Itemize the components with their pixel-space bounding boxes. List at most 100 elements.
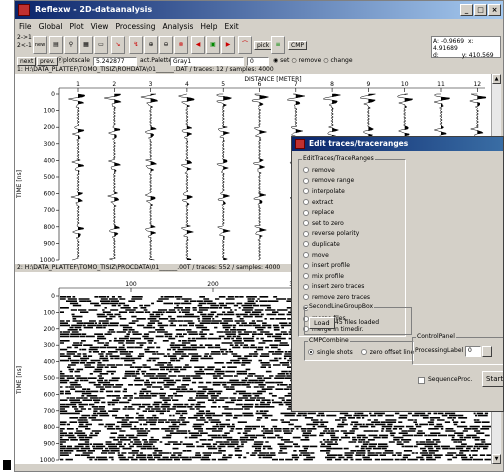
dialog-title-bar: Edit traces/traceranges xyxy=(292,137,503,151)
panel1-y-tick-label: 600 xyxy=(44,191,56,198)
option-radio[interactable]: remove range xyxy=(303,176,371,187)
radio-dot[interactable] xyxy=(303,262,309,269)
menu-exit[interactable]: Exit xyxy=(225,20,239,33)
processing-label: ProcessingLabel xyxy=(415,347,464,354)
option-radio[interactable]: set to zero xyxy=(303,218,371,229)
pick-button[interactable]: pick xyxy=(254,41,273,50)
radio-zero-offset[interactable]: zero offset line xyxy=(360,347,414,358)
menu-plot[interactable]: Plot xyxy=(70,20,84,33)
panel1-y-axis-label: TIME [ns] xyxy=(16,170,23,199)
filter-icon[interactable]: ▦ xyxy=(79,36,93,54)
toolbar: 2->1 2<-1 new ▤ ⚲ ▦ ▭ ↘ ↯ ⊕ ⊖ ⊗ ◀ ▣ ▶ ⌒ … xyxy=(15,34,503,56)
option-label: duplicate xyxy=(312,240,340,248)
maximize-button[interactable]: □ xyxy=(474,4,487,16)
option-radio[interactable]: reverse polarity xyxy=(303,229,371,240)
processing-spin-icon[interactable] xyxy=(482,346,492,357)
display-icon[interactable]: ▭ xyxy=(94,36,108,54)
start-button[interactable]: Start xyxy=(482,371,503,387)
next-button[interactable]: next xyxy=(17,57,37,66)
close-button[interactable]: × xyxy=(488,4,501,16)
option-radio[interactable]: extract xyxy=(303,197,371,208)
coord-y-value: 410.569 xyxy=(468,52,494,59)
palette-select[interactable]: Gray1 xyxy=(170,57,244,66)
line-tool-icon[interactable]: ↘ xyxy=(111,36,125,54)
menu-global[interactable]: Global xyxy=(39,20,63,33)
prev-button[interactable]: prev. xyxy=(37,57,58,66)
cmp-combine-group-label: CMPCombine xyxy=(308,337,350,345)
option-radio[interactable]: move xyxy=(303,250,371,261)
panel1-x-tick-label: 1 xyxy=(76,81,80,88)
zoom-out-icon[interactable]: ⊖ xyxy=(159,36,173,54)
scroll-down-icon[interactable]: ▼ xyxy=(492,454,501,464)
option-radio[interactable]: mix profile xyxy=(303,271,371,282)
option-radio[interactable]: remove zero traces xyxy=(303,292,371,303)
panel2-y-tick-label: 0 xyxy=(51,293,55,300)
option-label: extract xyxy=(312,198,334,206)
scroll-up-icon[interactable]: ▲ xyxy=(492,74,501,84)
center-icon[interactable]: ▣ xyxy=(206,36,220,54)
app-icon xyxy=(18,4,30,16)
radio-set[interactable]: ◉ set xyxy=(273,57,289,65)
trace-line xyxy=(140,93,159,261)
load-button[interactable]: Load xyxy=(309,317,335,329)
arrow-left-icon[interactable]: ◀ xyxy=(191,36,205,54)
zoom-reset-icon[interactable]: ⊗ xyxy=(174,36,188,54)
menu-bar: File Global Plot View Processing Analysi… xyxy=(15,20,503,33)
radio-dot[interactable] xyxy=(303,241,309,248)
option-radio[interactable]: insert profile xyxy=(303,260,371,271)
wave-icon[interactable]: ↯ xyxy=(129,36,143,54)
option-radio[interactable]: insert zero traces xyxy=(303,282,371,293)
swap-up-label[interactable]: 2<-1 xyxy=(17,42,32,50)
option-label: interpolate xyxy=(312,187,345,195)
swap-down-label[interactable]: 2->1 xyxy=(17,34,32,42)
plotscale-input[interactable]: 5.242877 xyxy=(93,57,137,66)
panel2-y-tick-label: 900 xyxy=(44,441,56,448)
menu-analysis[interactable]: Analysis xyxy=(163,20,194,33)
menu-view[interactable]: View xyxy=(91,20,109,33)
trace-line xyxy=(215,93,233,261)
radio-dot[interactable] xyxy=(303,230,309,237)
panel2-y-axis-label: TIME [ns] xyxy=(16,366,23,395)
radio-dot[interactable] xyxy=(303,167,309,174)
radio-dot[interactable] xyxy=(303,209,309,216)
trace-line xyxy=(68,93,85,261)
radio-dot[interactable] xyxy=(303,220,309,227)
layers-icon[interactable]: ≡ xyxy=(271,36,285,54)
radio-single-shots[interactable]: single shots xyxy=(308,347,353,358)
coord-a-value: -0.9669 xyxy=(440,38,465,45)
radio-dot[interactable] xyxy=(303,177,309,184)
radio-change[interactable]: ○ change xyxy=(323,57,352,65)
processing-input[interactable]: 0 xyxy=(465,346,481,357)
menu-help[interactable]: Help xyxy=(200,20,217,33)
option-radio[interactable]: remove xyxy=(303,165,371,176)
radio-dot[interactable] xyxy=(303,199,309,206)
print-icon[interactable]: ▤ xyxy=(49,36,63,54)
option-label: remove xyxy=(312,166,335,174)
arrow-right-icon[interactable]: ▶ xyxy=(221,36,235,54)
zero-stepper[interactable]: 0 xyxy=(247,57,269,66)
second-line-group: SecondLineGroupBox Load 45 files loaded xyxy=(304,303,412,335)
radio-remove[interactable]: ○ remove xyxy=(291,57,321,65)
cmp-button[interactable]: CMP xyxy=(288,41,307,50)
panel1-x-tick-label: 6 xyxy=(258,81,262,88)
menu-file[interactable]: File xyxy=(19,20,32,33)
option-radio[interactable]: replace xyxy=(303,207,371,218)
control-panel-group: ControlPanel ProcessingLabel 0 xyxy=(412,333,503,365)
option-radio[interactable]: interpolate xyxy=(303,186,371,197)
radio-dot[interactable] xyxy=(303,273,309,280)
search-icon[interactable]: ⚲ xyxy=(64,36,78,54)
radio-dot[interactable] xyxy=(303,294,309,301)
radio-dot[interactable] xyxy=(303,188,309,195)
radio-dot[interactable] xyxy=(303,252,309,259)
trace-line xyxy=(104,93,122,261)
menu-processing[interactable]: Processing xyxy=(115,20,155,33)
zoom-in-icon[interactable]: ⊕ xyxy=(144,36,158,54)
option-radio[interactable]: duplicate xyxy=(303,239,371,250)
sequence-checkbox[interactable] xyxy=(418,377,425,384)
radio-dot[interactable] xyxy=(303,283,309,290)
new-button[interactable]: new xyxy=(33,36,47,54)
panel1-x-tick-label: 8 xyxy=(330,81,334,88)
sequence-label: SequenceProc. xyxy=(428,376,473,383)
pick-curve-icon[interactable]: ⌒ xyxy=(238,36,252,54)
minimize-button[interactable]: _ xyxy=(460,4,473,16)
